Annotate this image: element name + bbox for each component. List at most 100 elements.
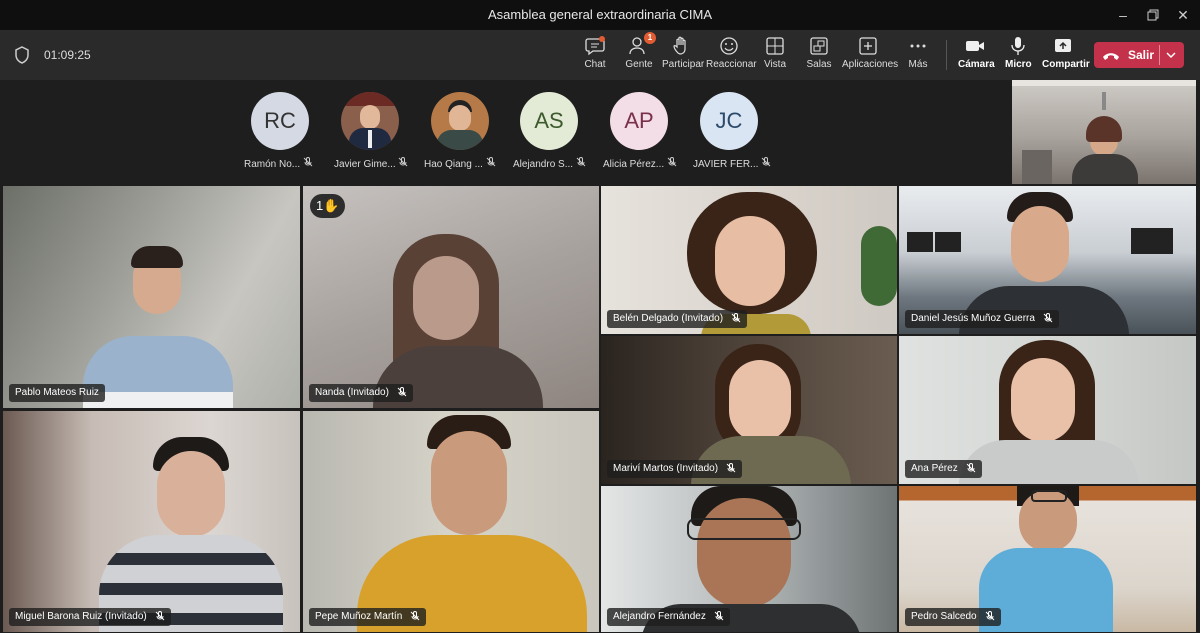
mic-off-icon <box>761 157 771 167</box>
chevron-down-icon[interactable] <box>1165 49 1177 61</box>
chat-button[interactable]: Chat <box>579 36 611 76</box>
leave-divider <box>1159 45 1160 65</box>
participant-nametag: Pablo Mateos Ruiz <box>9 384 105 402</box>
breakout-rooms-label: Salas <box>806 59 832 70</box>
people-label: Gente <box>625 59 653 70</box>
phone-hangup-icon <box>1103 53 1119 60</box>
video-tile[interactable]: Pablo Mateos Ruiz <box>3 186 300 408</box>
video-tile[interactable]: Miguel Barona Ruiz (Invitado) <box>3 411 300 632</box>
minimize-icon[interactable]: – <box>1108 4 1138 26</box>
meeting-stage: RC Ramón No... Javier Gime... Hao Qiang … <box>0 80 1200 633</box>
participant-nametag: Pepe Muñoz Martín <box>309 608 427 626</box>
participant-face <box>1011 206 1069 282</box>
unread-dot <box>599 36 605 42</box>
video-tile[interactable]: Ana Pérez <box>899 336 1196 484</box>
mic-off-icon <box>726 463 736 473</box>
react-button[interactable]: Reaccionar <box>706 36 757 76</box>
mic-off-icon <box>985 611 994 621</box>
toolbar-divider <box>946 40 947 70</box>
react-label: Reaccionar <box>706 59 757 70</box>
self-video-preview[interactable] <box>1012 80 1196 184</box>
people-icon: 1 <box>628 32 656 56</box>
avatar[interactable]: JC <box>700 92 758 150</box>
mic-off-icon <box>731 313 741 323</box>
mic-off-icon <box>576 157 586 167</box>
mic-off-icon <box>667 157 677 167</box>
microphone-label: Micro <box>1005 59 1032 70</box>
shield-icon <box>15 46 29 64</box>
chat-icon <box>584 36 606 56</box>
leave-button[interactable]: Salir <box>1094 42 1184 68</box>
chat-label: Chat <box>584 59 606 70</box>
breakout-rooms-icon <box>808 36 830 56</box>
leave-label: Salir <box>1128 48 1155 62</box>
audience-name: Javier Gime... <box>334 157 408 170</box>
mic-off-icon <box>966 463 976 473</box>
breakout-rooms-button[interactable]: Salas <box>806 36 832 76</box>
title-bar: Asamblea general extraordinaria CIMA – ✕ <box>0 0 1200 30</box>
raise-hand-icon <box>671 36 693 56</box>
participant-body <box>83 336 233 408</box>
video-tile[interactable]: Mariví Martos (Invitado) <box>601 336 897 484</box>
people-button[interactable]: 1 Gente <box>622 32 656 76</box>
view-label: Vista <box>763 59 787 70</box>
avatar[interactable] <box>341 92 399 150</box>
monitor <box>907 232 933 252</box>
mic-off-icon <box>1043 313 1053 323</box>
monitor <box>935 232 961 252</box>
share-icon <box>1052 36 1074 56</box>
avatar-initials: RC <box>264 108 296 133</box>
mic-off-icon <box>399 157 408 167</box>
apps-button[interactable]: Aplicaciones <box>842 36 898 76</box>
people-badge: 1 <box>644 32 656 44</box>
camera-button[interactable]: Cámara <box>958 36 995 76</box>
mic-off-icon <box>486 157 496 167</box>
mic-off-icon <box>410 611 420 621</box>
participant-face <box>697 498 791 608</box>
raise-hand-button[interactable]: Participar <box>662 36 704 76</box>
avatar[interactable]: AP <box>610 92 668 150</box>
participant-face <box>1011 358 1075 442</box>
plant <box>861 226 897 306</box>
participant-face <box>413 256 479 340</box>
more-icon <box>907 36 929 56</box>
participant-nametag: Ana Pérez <box>905 460 982 478</box>
avatar[interactable]: RC <box>251 92 309 150</box>
participant-glasses <box>1031 490 1067 502</box>
share-button[interactable]: Compartir <box>1042 36 1090 76</box>
mic-off-icon <box>397 387 407 397</box>
avatar-initials: JC <box>715 108 743 133</box>
video-tile[interactable]: Daniel Jesús Muñoz Guerra <box>899 186 1196 334</box>
video-tile[interactable]: Pedro Salcedo <box>899 486 1196 632</box>
close-icon[interactable]: ✕ <box>1168 4 1198 26</box>
video-tile[interactable]: Belén Delgado (Invitado) <box>601 186 897 334</box>
monitor <box>1131 228 1173 254</box>
view-button[interactable]: Vista <box>762 36 788 76</box>
audience-name: Alicia Pérez... <box>603 157 677 170</box>
more-button[interactable]: Más <box>906 36 930 76</box>
video-tile-active-speaker[interactable]: 1✋ Nanda (Invitado) <box>303 186 599 408</box>
participant-nametag: Alejandro Fernández <box>607 608 730 626</box>
audience-name: Hao Qiang ... <box>424 157 496 170</box>
avatar[interactable] <box>431 92 489 150</box>
window-title: Asamblea general extraordinaria CIMA <box>488 7 712 22</box>
video-tile[interactable]: Pepe Muñoz Martín <box>303 411 599 632</box>
view-grid-icon <box>764 36 786 56</box>
restore-icon[interactable] <box>1138 4 1168 26</box>
participant-face <box>729 360 791 442</box>
participant-nametag: Mariví Martos (Invitado) <box>607 460 743 478</box>
participant-nametag: Miguel Barona Ruiz (Invitado) <box>9 608 171 626</box>
participant-nametag: Belén Delgado (Invitado) <box>607 310 748 328</box>
audience-name: Ramón No... <box>244 157 313 170</box>
avatar[interactable]: AS <box>520 92 578 150</box>
raised-hand-indicator: 1✋ <box>310 194 346 218</box>
participant-face <box>715 216 785 306</box>
participant-nametag: Pedro Salcedo <box>905 608 1001 626</box>
raise-hand-icon: ✋ <box>323 198 340 213</box>
more-label: Más <box>908 59 928 70</box>
video-tile[interactable]: Alejandro Fernández <box>601 486 897 632</box>
mic-off-icon <box>303 157 313 167</box>
avatar-initials: AP <box>624 108 654 133</box>
audience-name: JAVIER FER... <box>693 157 771 170</box>
microphone-button[interactable]: Micro <box>1005 36 1032 76</box>
